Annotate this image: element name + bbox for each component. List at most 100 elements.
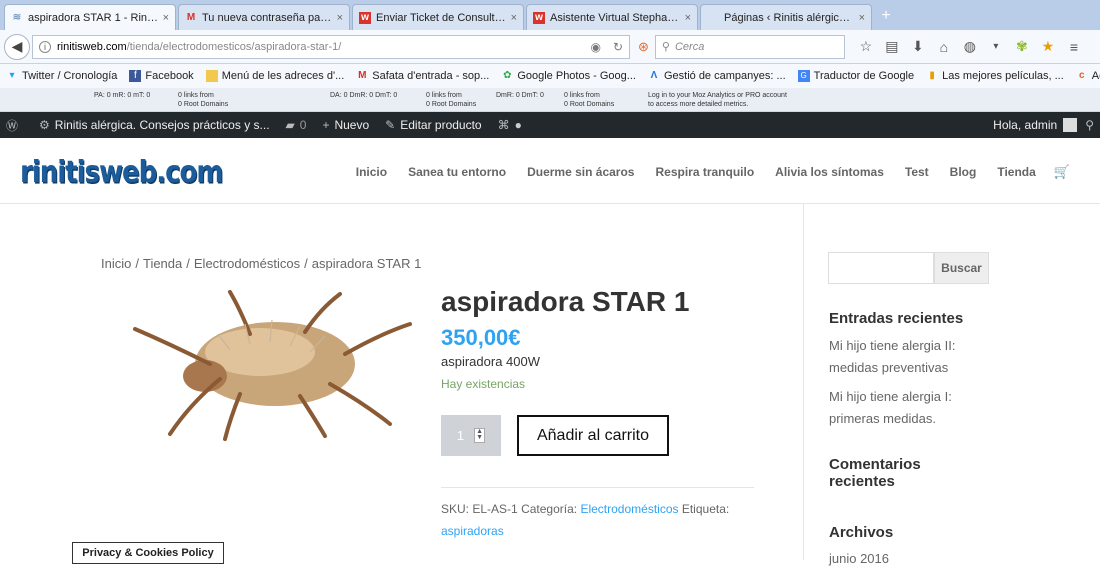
product-image[interactable] xyxy=(100,284,430,444)
tab-aspiradora[interactable]: ≋ aspiradora STAR 1 - Rinitis ... × xyxy=(4,4,176,30)
recent-comments-title: Comentarios recientes xyxy=(829,456,921,490)
quantity-stepper[interactable]: 1 ▲ ▼ xyxy=(441,415,501,456)
tab-close-icon[interactable]: × xyxy=(511,12,517,24)
reload-icon[interactable]: ↻ xyxy=(613,40,623,54)
tag-label: Etiqueta: xyxy=(681,502,730,516)
breadcrumb: Inicio / Tienda / Electrodomésticos / aspirado… xyxy=(101,256,422,271)
nav-respira[interactable]: Respira tranquilo xyxy=(655,165,754,179)
folder-icon xyxy=(205,70,218,82)
quantity-value[interactable]: 1 xyxy=(457,428,464,443)
tab-ticket[interactable]: w Enviar Ticket de Consulta -... × xyxy=(352,4,524,30)
product-meta: SKU: EL-AS-1 Categoría: Electrodoméstico… xyxy=(441,498,761,542)
info-icon[interactable]: i xyxy=(39,40,51,53)
addon-icon[interactable]: ⊛ xyxy=(638,39,649,55)
admin-yoast[interactable]: ⌘ ● xyxy=(498,118,527,132)
tab-close-icon[interactable]: × xyxy=(337,12,343,24)
back-arrow-icon[interactable]: ◀ xyxy=(4,33,30,60)
bookmark-label: Gestió de campanyes: ... xyxy=(663,70,786,82)
nav-alivia[interactable]: Alivia los síntomas xyxy=(775,165,884,179)
webempresa-icon: w xyxy=(359,11,371,24)
sidebar-search-button[interactable]: Buscar xyxy=(934,252,989,284)
new-tab-plus-icon[interactable]: + xyxy=(874,4,898,28)
home-icon[interactable]: ⌂ xyxy=(931,39,957,55)
product-title: aspiradora STAR 1 xyxy=(441,286,690,317)
admin-new[interactable]: + Nuevo xyxy=(322,118,369,132)
recent-post-link[interactable]: Mi hijo tiene alergia II: medidas preven… xyxy=(829,335,999,379)
nav-inicio[interactable]: Inicio xyxy=(356,165,387,179)
admin-greeting[interactable]: Hola, admin xyxy=(993,118,1057,132)
browser-tab-strip: ≋ aspiradora STAR 1 - Rinitis ... × M Tu… xyxy=(0,0,1100,30)
tab-close-icon[interactable]: × xyxy=(685,12,691,24)
tab-asistente[interactable]: w Asistente Virtual Stephan 1.... × xyxy=(526,4,698,30)
reader-view-icon[interactable]: ◉ xyxy=(590,40,600,54)
breadcrumb-tienda[interactable]: Tienda xyxy=(143,256,182,271)
nav-tienda[interactable]: Tienda xyxy=(997,165,1035,179)
tab-close-icon[interactable]: × xyxy=(163,12,169,24)
category-link[interactable]: Electrodomésticos xyxy=(580,502,678,516)
tab-label: Páginas ‹ Rinitis alérgica. Cons... xyxy=(724,11,855,24)
bookmark-label: Menú de les adreces d'... xyxy=(221,70,345,82)
divider xyxy=(441,487,754,488)
nav-duerme[interactable]: Duerme sin ácaros xyxy=(527,165,634,179)
admin-comments[interactable]: ▰ 0 xyxy=(286,118,307,132)
browser-search-input[interactable]: ⚲ Cerca xyxy=(654,34,845,59)
site-logo[interactable]: rinitisweb.com xyxy=(20,156,223,191)
archive-link[interactable]: junio 2016 xyxy=(829,548,999,570)
extension-star-icon[interactable]: ★ xyxy=(1035,38,1061,55)
avatar[interactable] xyxy=(1063,118,1078,132)
bookmark-facebook[interactable]: f Facebook xyxy=(129,70,194,82)
sidebar-search-input[interactable] xyxy=(828,252,934,284)
stepper-arrows-icon[interactable]: ▲ ▼ xyxy=(474,428,486,443)
cookie-policy-button[interactable]: Privacy & Cookies Policy xyxy=(72,542,224,564)
bookmark-translate[interactable]: G Traductor de Google xyxy=(797,70,914,82)
cart-icon[interactable]: 🛒 xyxy=(1054,164,1070,180)
breadcrumb-inicio[interactable]: Inicio xyxy=(101,256,131,271)
tab-close-icon[interactable]: × xyxy=(859,12,865,24)
tab-paginas[interactable]: Páginas ‹ Rinitis alérgica. Cons... × xyxy=(700,4,872,30)
bookmark-google-photos[interactable]: ✿ Google Photos - Goog... xyxy=(501,70,636,82)
webempresa-icon: w xyxy=(533,11,545,24)
seo-plugin-icon: ⌘ xyxy=(497,118,510,132)
tag-link[interactable]: aspiradoras xyxy=(441,524,504,538)
bookmark-label: Facebook xyxy=(145,70,194,82)
bookmark-label: Las mejores películas, ... xyxy=(942,70,1064,82)
extension-icon[interactable]: ✾ xyxy=(1009,38,1035,55)
comment-bubble-icon: ▰ xyxy=(285,118,295,132)
bookmark-twitter[interactable]: ▾ Twitter / Cronología xyxy=(6,70,117,82)
admin-search-icon[interactable]: ⚲ xyxy=(1085,118,1094,132)
wp-logo-icon[interactable]: Ⓦ xyxy=(6,117,23,134)
webmail-icon: c xyxy=(1079,70,1085,81)
chevron-down-icon[interactable]: ▾ xyxy=(983,41,1009,52)
admin-edit-product[interactable]: ✎ Editar producto xyxy=(385,118,481,132)
google-photos-icon: ✿ xyxy=(503,70,512,81)
bookmark-label: Acceso a correo web d... xyxy=(1091,70,1100,82)
bookmark-adwords[interactable]: Λ Gestió de campanyes: ... xyxy=(648,70,786,82)
facebook-icon: f xyxy=(129,70,142,82)
nav-test[interactable]: Test xyxy=(905,165,929,179)
bookmark-menu[interactable]: Menú de les adreces d'... xyxy=(205,70,345,82)
bookmark-safata[interactable]: M Safata d'entrada - sop... xyxy=(356,70,489,82)
moz-login-note[interactable]: Log in to your Moz Analytics or PRO acco… xyxy=(648,91,787,109)
pencil-icon: ✎ xyxy=(385,118,396,132)
admin-site-link[interactable]: ⚙ Rinitis alérgica. Consejos prácticos y … xyxy=(39,118,270,132)
tab-label: Tu nueva contraseña para ... xyxy=(202,11,333,24)
breadcrumb-category[interactable]: Electrodomésticos xyxy=(194,256,300,271)
add-to-cart-button[interactable]: Añadir al carrito xyxy=(517,415,669,456)
bookmark-webmail[interactable]: c Acceso a correo web d... xyxy=(1076,70,1100,82)
moz-domain-authority: DA: 0 DmR: 0 DmT: 0 xyxy=(330,92,398,99)
bookmark-peliculas[interactable]: ▮ Las mejores películas, ... xyxy=(926,70,1064,82)
url-bar[interactable]: i rinitisweb.com /tienda/electrodomestic… xyxy=(32,34,630,59)
reading-list-icon[interactable]: ▤ xyxy=(879,38,905,55)
wp-admin-bar: Ⓦ ⚙ Rinitis alérgica. Consejos prácticos … xyxy=(0,112,1100,138)
menu-icon[interactable]: ≡ xyxy=(1061,39,1087,55)
moz-bar: PA: 0 mR: 0 mT: 0 0 links from 0 Root Dom… xyxy=(0,88,1100,112)
tab-gmail[interactable]: M Tu nueva contraseña para ... × xyxy=(178,4,350,30)
bookmark-star-icon[interactable]: ☆ xyxy=(853,38,879,55)
pocket-icon[interactable]: ◍ xyxy=(957,38,983,55)
main-nav: Inicio Sanea tu entorno Duerme sin ácaro… xyxy=(335,164,1070,180)
download-icon[interactable]: ⬇ xyxy=(905,38,931,55)
nav-sanea[interactable]: Sanea tu entorno xyxy=(408,165,506,179)
nav-blog[interactable]: Blog xyxy=(950,165,977,179)
film-icon: ▮ xyxy=(929,70,935,81)
recent-post-link[interactable]: Mi hijo tiene alergia I: primeras medida… xyxy=(829,386,999,430)
